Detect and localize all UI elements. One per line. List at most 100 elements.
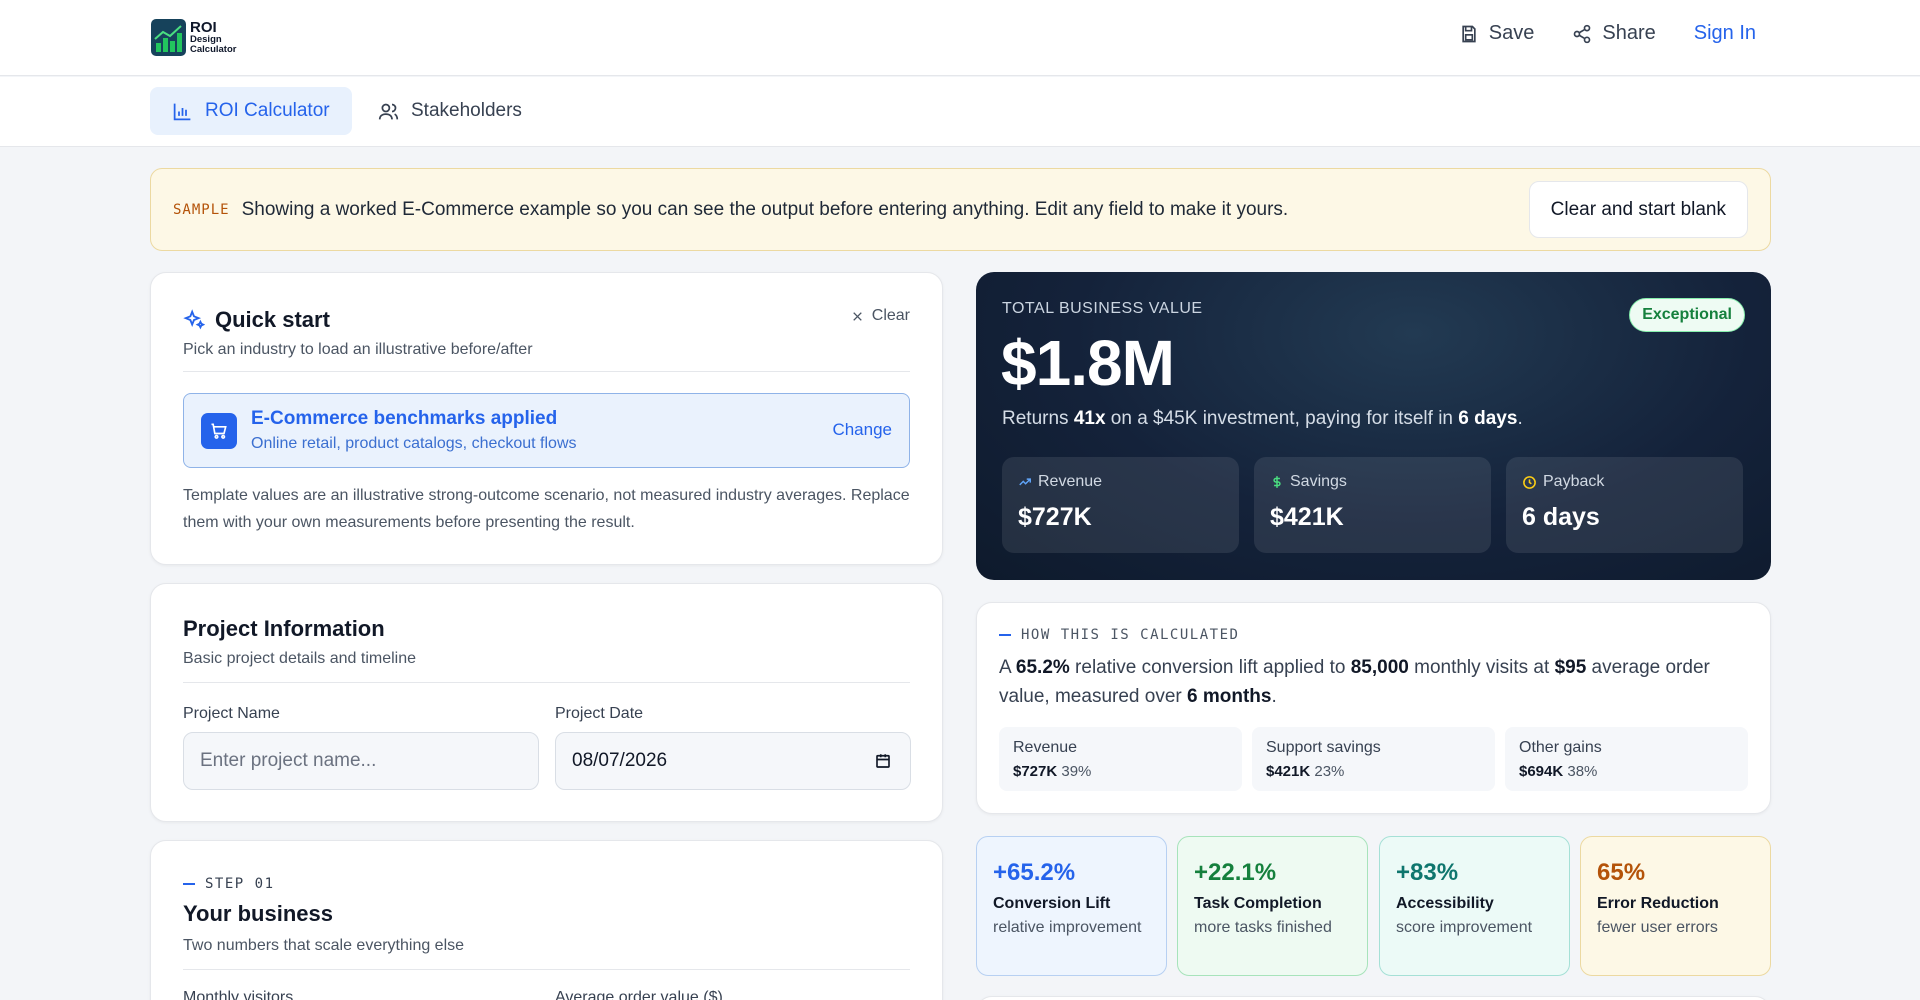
step-title: Your business bbox=[183, 901, 333, 926]
shopping-cart-icon bbox=[201, 413, 237, 449]
logo-chart-icon bbox=[151, 19, 186, 56]
project-date-input[interactable]: 08/07/2026 bbox=[555, 732, 911, 790]
header-actions: Save Share Sign In bbox=[1459, 22, 1756, 45]
metric-value: 6 days bbox=[1522, 503, 1600, 531]
save-icon bbox=[1462, 25, 1476, 42]
project-date-label: Project Date bbox=[555, 705, 644, 722]
applied-industry-box: E-Commerce benchmarks applied Online ret… bbox=[183, 393, 910, 468]
breakdown-pct: 39% bbox=[1061, 763, 1092, 780]
stat-description: fewer user errors bbox=[1597, 919, 1718, 936]
stat-name: Error Reduction bbox=[1597, 895, 1719, 912]
breakdown-pct: 23% bbox=[1314, 763, 1345, 780]
calc-text: . bbox=[1271, 686, 1277, 707]
quick-start-card: Quick start Pick an industry to load an … bbox=[150, 272, 943, 565]
quick-start-clear-button[interactable]: Clear bbox=[851, 307, 910, 325]
metric-savings: Savings $421K bbox=[1254, 457, 1491, 553]
calc-tag: HOW THIS IS CALCULATED bbox=[999, 627, 1239, 643]
quick-start-title: Quick start bbox=[215, 307, 330, 332]
tab-bar: ROI Calculator Stakeholders bbox=[0, 77, 1920, 147]
project-info-subtitle: Basic project details and timeline bbox=[183, 650, 417, 667]
breakdown-revenue: Revenue $727K 39% bbox=[999, 727, 1242, 791]
calc-visits: 85,000 bbox=[1350, 657, 1409, 678]
calendar-icon[interactable] bbox=[874, 752, 892, 770]
share-icon bbox=[1574, 24, 1591, 43]
share-label: Share bbox=[1602, 22, 1656, 44]
users-icon bbox=[378, 103, 399, 119]
returns-text: . bbox=[1517, 408, 1523, 429]
sample-message: Showing a worked E-Commerce example so y… bbox=[241, 198, 1289, 220]
sparkles-icon bbox=[183, 309, 205, 330]
stat-name: Conversion Lift bbox=[993, 895, 1111, 912]
returns-summary: Returns 41x on a $45K investment, paying… bbox=[1002, 408, 1523, 430]
step-number: STEP 01 bbox=[205, 876, 275, 892]
returns-multiple: 41x bbox=[1073, 408, 1106, 429]
dash-accent bbox=[999, 634, 1011, 636]
project-name-input[interactable] bbox=[183, 732, 539, 790]
calc-tag-label: HOW THIS IS CALCULATED bbox=[1021, 627, 1240, 643]
clear-and-start-blank-button[interactable]: Clear and start blank bbox=[1528, 181, 1748, 238]
quick-start-header: Quick start bbox=[183, 307, 330, 333]
breakdown-amount: $694K bbox=[1519, 763, 1564, 780]
stat-value: +22.1% bbox=[1194, 859, 1277, 886]
breakdown-other-gains: Other gains $694K 38% bbox=[1505, 727, 1748, 791]
logo-text: ROI Design Calculator bbox=[190, 20, 236, 56]
calc-text: relative conversion lift applied to bbox=[1069, 657, 1351, 678]
metric-header: Revenue bbox=[1018, 473, 1102, 491]
stat-value: 65% bbox=[1597, 859, 1646, 886]
breakdown-value: $694K 38% bbox=[1519, 763, 1597, 780]
stat-name: Task Completion bbox=[1194, 895, 1322, 912]
metric-label: Revenue bbox=[1038, 473, 1103, 490]
monthly-visitors-label: Monthly visitors bbox=[183, 989, 294, 1000]
project-date-value: 08/07/2026 bbox=[572, 750, 668, 771]
breakdown-support-savings: Support savings $421K 23% bbox=[1252, 727, 1495, 791]
calc-text: monthly visits at bbox=[1408, 657, 1555, 678]
trending-up-icon bbox=[1019, 478, 1031, 486]
breakdown-value: $421K 23% bbox=[1266, 763, 1344, 780]
metric-value: $421K bbox=[1270, 503, 1344, 531]
stat-description: relative improvement bbox=[993, 919, 1142, 936]
metric-label: Payback bbox=[1543, 473, 1605, 490]
stat-value: +65.2% bbox=[993, 859, 1076, 886]
metric-revenue: Revenue $727K bbox=[1002, 457, 1239, 553]
total-value-label: TOTAL BUSINESS VALUE bbox=[1002, 300, 1203, 317]
save-button[interactable]: Save bbox=[1459, 22, 1535, 45]
share-button[interactable]: Share bbox=[1572, 22, 1656, 45]
stat-tile-conversion-lift: +65.2% Conversion Lift relative improvem… bbox=[976, 836, 1167, 976]
breakdown-pct: 38% bbox=[1567, 763, 1598, 780]
sample-tag: SAMPLE bbox=[173, 201, 230, 218]
tab-stakeholders[interactable]: Stakeholders bbox=[356, 87, 544, 135]
stat-name: Accessibility bbox=[1396, 895, 1494, 912]
tab-roi-calculator[interactable]: ROI Calculator bbox=[150, 87, 352, 135]
calc-period: 6 months bbox=[1187, 686, 1272, 707]
returns-text: Returns bbox=[1002, 408, 1074, 429]
project-information-card: Project Information Basic project detail… bbox=[150, 583, 943, 822]
step-tag: STEP 01 bbox=[183, 876, 275, 892]
applied-subtitle: Online retail, product catalogs, checkou… bbox=[251, 435, 577, 452]
sign-in-link[interactable]: Sign In bbox=[1694, 22, 1756, 45]
calc-aov: $95 bbox=[1554, 657, 1587, 678]
breakdown-value: $727K 39% bbox=[1013, 763, 1091, 780]
tab-label: ROI Calculator bbox=[205, 100, 330, 121]
dash-accent bbox=[183, 883, 195, 885]
logo-line-1: ROI bbox=[190, 18, 217, 36]
divider bbox=[183, 371, 910, 372]
breakdown-amount: $727K bbox=[1013, 763, 1058, 780]
next-section-card bbox=[976, 996, 1771, 1000]
calc-text: A bbox=[999, 657, 1016, 678]
breakdown-label: Support savings bbox=[1266, 739, 1381, 756]
dollar-icon bbox=[1273, 476, 1281, 488]
calc-explanation: A 65.2% relative conversion lift applied… bbox=[999, 653, 1748, 711]
stat-description: score improvement bbox=[1396, 919, 1533, 936]
clock-icon bbox=[1523, 475, 1536, 489]
stat-description: more tasks finished bbox=[1194, 919, 1332, 936]
average-order-value-label: Average order value ($) bbox=[555, 989, 723, 1000]
breakdown-label: Revenue bbox=[1013, 739, 1078, 756]
sample-banner: SAMPLE Showing a worked E-Commerce examp… bbox=[150, 168, 1771, 251]
app-logo[interactable]: ROI Design Calculator bbox=[151, 19, 236, 56]
change-industry-button[interactable]: Change bbox=[832, 420, 892, 440]
metric-header: Savings bbox=[1270, 473, 1347, 491]
stat-tile-error-reduction: 65% Error Reduction fewer user errors bbox=[1580, 836, 1771, 976]
calc-lift: 65.2% bbox=[1015, 657, 1070, 678]
close-icon bbox=[852, 311, 862, 321]
save-label: Save bbox=[1488, 22, 1535, 44]
